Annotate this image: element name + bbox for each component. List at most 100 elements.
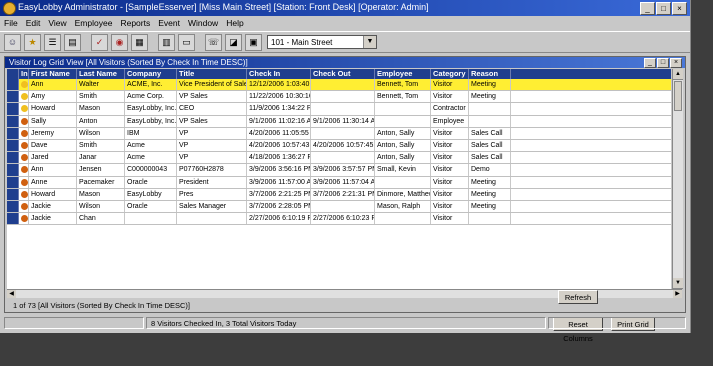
menu-window[interactable]: Window	[188, 17, 218, 30]
column-header[interactable]: Category	[431, 69, 469, 79]
cell-employee	[375, 176, 431, 188]
table-row[interactable]: Amy Smith Acme Corp. VP Sales 11/22/2006 10:…	[7, 91, 671, 104]
row-selector[interactable]	[7, 139, 19, 152]
vertical-scrollbar[interactable]: ▲ ▼	[672, 69, 683, 289]
table-row[interactable]: Jackie Wilson Oracle Sales Manager 3/7/2006 …	[7, 200, 671, 214]
row-selector[interactable]	[7, 91, 19, 103]
minimize-button[interactable]: _	[640, 2, 655, 15]
scroll-down-icon[interactable]: ▼	[673, 278, 683, 289]
location-select-value: 101 - Main Street	[271, 38, 333, 47]
table-row[interactable]: Anne Pacemaker Oracle President 3/9/2006 11:…	[7, 176, 671, 189]
table-row[interactable]: DaveSmithAcmeVP4/20/2006 10:57:43 AM4/20…	[7, 139, 671, 153]
video-icon[interactable]: ▭	[178, 33, 195, 51]
cell-title	[177, 213, 247, 225]
cell-employee: Anton, Sally	[375, 139, 431, 152]
status-icon	[19, 152, 29, 164]
cell-reason	[469, 213, 511, 225]
menu-reports[interactable]: Reports	[120, 17, 150, 30]
scroll-up-icon[interactable]: ▲	[673, 69, 683, 80]
visitor-status-icon	[21, 190, 28, 198]
chevron-down-icon[interactable]: ▼	[363, 36, 376, 48]
cell-first: Ann	[29, 164, 77, 176]
table-row[interactable]: Howard Mason EasyLobby Pres 3/7/2006 2:21:25…	[7, 188, 671, 201]
scroll-thumb[interactable]	[674, 81, 682, 111]
table-row[interactable]: Ann Walter ACME, Inc. Vice President of Sal…	[7, 79, 671, 92]
cell-employee: Bennett, Tom	[375, 79, 431, 91]
row-selector[interactable]	[7, 188, 19, 200]
column-header[interactable]: In	[19, 69, 29, 79]
cell-category: Visitor	[431, 152, 469, 164]
user-icon[interactable]: ☺	[4, 33, 21, 51]
badge-icon[interactable]: ★	[24, 33, 41, 51]
column-header[interactable]	[7, 69, 19, 79]
cell-reason: Meeting	[469, 188, 511, 200]
cell-last: Chan	[77, 213, 125, 225]
status-icon	[19, 79, 29, 91]
location-select[interactable]: 101 - Main Street ▼	[267, 35, 377, 49]
row-selector[interactable]	[7, 164, 19, 176]
print-icon[interactable]: ▥	[158, 33, 175, 51]
row-selector[interactable]	[7, 152, 19, 164]
row-selector[interactable]	[7, 213, 19, 225]
cell-last: Wilson	[77, 200, 125, 213]
child-close-button[interactable]: ×	[670, 58, 682, 68]
column-header[interactable]: Reason	[469, 69, 511, 79]
title-bar: EasyLobby Administrator - [SampleEsserve…	[0, 0, 690, 16]
column-header[interactable]: Last Name	[77, 69, 125, 79]
cell-employee: Mason, Ralph	[375, 200, 431, 213]
column-header[interactable]: Company	[125, 69, 177, 79]
refresh-button[interactable]: Refresh	[558, 290, 598, 304]
cell-category: Visitor	[431, 79, 469, 91]
scroll-left-icon[interactable]: ◀	[7, 290, 16, 298]
menu-view[interactable]: View	[48, 17, 66, 30]
cell-first: Anne	[29, 176, 77, 188]
column-header[interactable]: Check Out	[311, 69, 375, 79]
card-icon[interactable]: ▤	[64, 33, 81, 51]
scroll-right-icon[interactable]: ▶	[673, 290, 682, 298]
cell-reason: Meeting	[469, 79, 511, 91]
phone-icon[interactable]: ☏	[205, 33, 222, 51]
table-row[interactable]: JeremyWilsonIBMVP4/20/2006 11:05:55 AM An…	[7, 127, 671, 140]
cell-first: Jackie	[29, 213, 77, 225]
row-selector[interactable]	[7, 200, 19, 213]
row-selector[interactable]	[7, 127, 19, 139]
column-header[interactable]: Check In	[247, 69, 311, 79]
child-minimize-button[interactable]: _	[644, 58, 656, 68]
column-header[interactable]: Employee	[375, 69, 431, 79]
table-row[interactable]: JackieChan 2/27/2006 6:10:19 PM2/27/2006 …	[7, 213, 671, 226]
close-button[interactable]: ×	[672, 2, 687, 15]
cell-title: VP	[177, 139, 247, 152]
cell-company: Acme	[125, 152, 177, 164]
menu-help[interactable]: Help	[226, 17, 243, 30]
toolbar: ☺ ★ ☰ ▤ ✓ ◉ ▦ ▥ ▭ ☏ ◪ ▣ 101 - Main Stree…	[0, 31, 690, 53]
status-icon	[19, 176, 29, 188]
menu-employee[interactable]: Employee	[75, 17, 113, 30]
child-maximize-button[interactable]: □	[657, 58, 669, 68]
menu-file[interactable]: File	[4, 17, 18, 30]
menu-edit[interactable]: Edit	[26, 17, 41, 30]
row-selector[interactable]	[7, 115, 19, 127]
camera-icon[interactable]: ◉	[111, 33, 128, 51]
maximize-button[interactable]: □	[656, 2, 671, 15]
sign-in-icon[interactable]: ✓	[91, 33, 108, 51]
report-icon[interactable]: ▦	[131, 33, 148, 51]
list-icon[interactable]: ☰	[44, 33, 61, 51]
menu-event[interactable]: Event	[158, 17, 180, 30]
row-selector[interactable]	[7, 103, 19, 115]
column-header[interactable]: First Name	[29, 69, 77, 79]
table-row[interactable]: Ann Jensen C000000043 P07760H2878 3/9/2006 3…	[7, 164, 671, 177]
cell-employee: Small, Kevin	[375, 164, 431, 176]
table-row[interactable]: Sally Anton EasyLobby, Inc. VP Sales 9/1/200…	[7, 115, 671, 128]
status-icon	[19, 164, 29, 176]
row-selector[interactable]	[7, 176, 19, 188]
table-row[interactable]: JaredJanarAcmeVP4/18/2006 1:36:27 PM Anto…	[7, 152, 671, 165]
settings-icon[interactable]: ▣	[245, 33, 262, 51]
cell-checkin: 3/9/2006 11:57:00 AM	[247, 176, 311, 188]
column-header[interactable]: Title	[177, 69, 247, 79]
row-selector[interactable]	[7, 79, 19, 91]
cell-title: VP	[177, 127, 247, 139]
table-row[interactable]: Howard Mason EasyLobby, Inc. CEO 11/9/2006 1…	[7, 103, 671, 116]
id-icon[interactable]: ◪	[225, 33, 242, 51]
visitor-grid[interactable]: In First Name Last Name Company Title Check I…	[7, 69, 671, 289]
cell-reason: Meeting	[469, 91, 511, 103]
